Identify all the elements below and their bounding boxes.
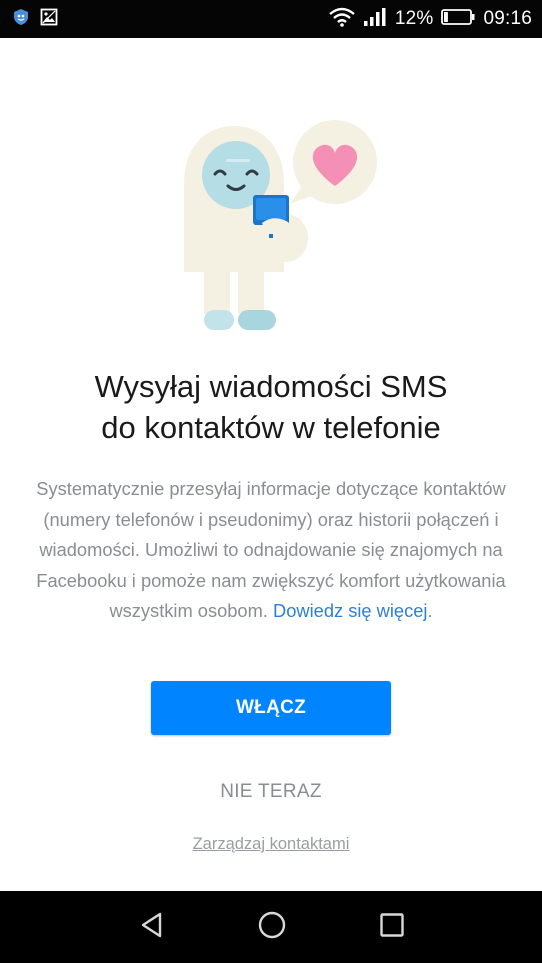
- back-icon: [138, 911, 166, 944]
- headline-line-1: Wysyłaj wiadomości SMS: [94, 369, 448, 404]
- home-icon: [257, 910, 287, 945]
- not-now-button[interactable]: NIE TERAZ: [171, 772, 371, 812]
- description-trailing: .: [427, 600, 433, 621]
- system-indicators: 12% 09:16: [329, 6, 532, 32]
- headline: Wysyłaj wiadomości SMS do kontaktów w te…: [20, 366, 522, 448]
- battery-icon: [441, 8, 475, 31]
- manage-contacts-link[interactable]: Zarządzaj kontaktami: [150, 830, 392, 858]
- status-bar: 12% 09:16: [0, 0, 542, 38]
- description: Systematycznie przesyłaj informacje doty…: [34, 474, 508, 627]
- clock: 09:16: [483, 8, 532, 29]
- signal-icon: [363, 7, 387, 32]
- home-button[interactable]: [252, 907, 292, 947]
- headline-line-2: do kontaktów w telefonie: [101, 410, 441, 445]
- notification-icons: [12, 8, 58, 30]
- wifi-icon: [329, 7, 355, 32]
- navigation-bar: [0, 891, 542, 963]
- speech-bubble-icon: [290, 120, 377, 204]
- image-notification-icon: [40, 8, 58, 31]
- shield-notification-icon: [12, 8, 30, 31]
- battery-percent: 12%: [394, 8, 434, 29]
- battery-fill: [444, 11, 449, 22]
- learn-more-link[interactable]: Dowiedz się więcej: [273, 600, 427, 621]
- sms-contacts-screen: 12% 09:16 Wysyłaj wiadomości SMS do kont…: [0, 0, 542, 963]
- recents-icon: [379, 912, 405, 943]
- recents-button[interactable]: [372, 907, 412, 947]
- back-button[interactable]: [132, 907, 172, 947]
- enable-button[interactable]: WŁĄCZ: [151, 681, 391, 735]
- ghost-illustration: [170, 110, 390, 340]
- description-text: Systematycznie przesyłaj informacje doty…: [36, 478, 506, 621]
